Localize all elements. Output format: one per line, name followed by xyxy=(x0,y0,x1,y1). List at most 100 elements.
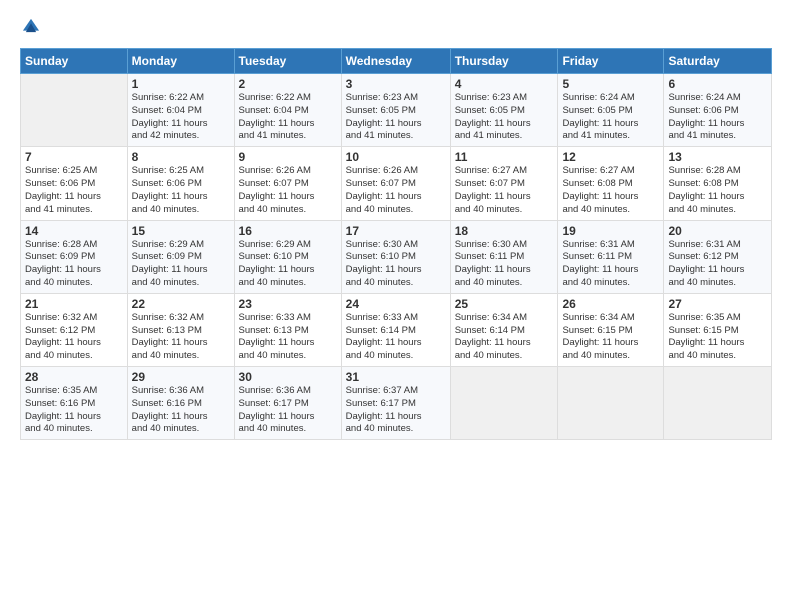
calendar-cell: 23Sunrise: 6:33 AM Sunset: 6:13 PM Dayli… xyxy=(234,293,341,366)
weekday-header-friday: Friday xyxy=(558,49,664,74)
calendar-cell: 10Sunrise: 6:26 AM Sunset: 6:07 PM Dayli… xyxy=(341,147,450,220)
day-number: 16 xyxy=(239,224,337,238)
calendar-cell xyxy=(664,367,772,440)
logo xyxy=(20,16,46,38)
day-info: Sunrise: 6:23 AM Sunset: 6:05 PM Dayligh… xyxy=(346,92,446,143)
calendar-cell xyxy=(558,367,664,440)
weekday-header-wednesday: Wednesday xyxy=(341,49,450,74)
calendar-cell: 19Sunrise: 6:31 AM Sunset: 6:11 PM Dayli… xyxy=(558,220,664,293)
day-number: 21 xyxy=(25,297,123,311)
day-info: Sunrise: 6:22 AM Sunset: 6:04 PM Dayligh… xyxy=(239,92,337,143)
calendar-cell: 1Sunrise: 6:22 AM Sunset: 6:04 PM Daylig… xyxy=(127,74,234,147)
logo-icon xyxy=(20,16,42,38)
header xyxy=(20,16,772,38)
day-number: 9 xyxy=(239,150,337,164)
calendar-cell: 15Sunrise: 6:29 AM Sunset: 6:09 PM Dayli… xyxy=(127,220,234,293)
day-info: Sunrise: 6:29 AM Sunset: 6:09 PM Dayligh… xyxy=(132,239,230,290)
day-info: Sunrise: 6:26 AM Sunset: 6:07 PM Dayligh… xyxy=(346,165,446,216)
day-info: Sunrise: 6:34 AM Sunset: 6:15 PM Dayligh… xyxy=(562,312,659,363)
calendar-cell: 6Sunrise: 6:24 AM Sunset: 6:06 PM Daylig… xyxy=(664,74,772,147)
day-info: Sunrise: 6:32 AM Sunset: 6:12 PM Dayligh… xyxy=(25,312,123,363)
day-number: 6 xyxy=(668,77,767,91)
week-row-5: 28Sunrise: 6:35 AM Sunset: 6:16 PM Dayli… xyxy=(21,367,772,440)
day-number: 12 xyxy=(562,150,659,164)
day-info: Sunrise: 6:31 AM Sunset: 6:11 PM Dayligh… xyxy=(562,239,659,290)
day-number: 3 xyxy=(346,77,446,91)
day-info: Sunrise: 6:24 AM Sunset: 6:05 PM Dayligh… xyxy=(562,92,659,143)
calendar-cell: 20Sunrise: 6:31 AM Sunset: 6:12 PM Dayli… xyxy=(664,220,772,293)
day-number: 28 xyxy=(25,370,123,384)
day-number: 13 xyxy=(668,150,767,164)
day-number: 11 xyxy=(455,150,554,164)
day-number: 29 xyxy=(132,370,230,384)
day-info: Sunrise: 6:35 AM Sunset: 6:15 PM Dayligh… xyxy=(668,312,767,363)
calendar-cell: 2Sunrise: 6:22 AM Sunset: 6:04 PM Daylig… xyxy=(234,74,341,147)
day-number: 2 xyxy=(239,77,337,91)
page: SundayMondayTuesdayWednesdayThursdayFrid… xyxy=(0,0,792,612)
calendar-cell: 30Sunrise: 6:36 AM Sunset: 6:17 PM Dayli… xyxy=(234,367,341,440)
day-number: 1 xyxy=(132,77,230,91)
day-info: Sunrise: 6:33 AM Sunset: 6:13 PM Dayligh… xyxy=(239,312,337,363)
day-info: Sunrise: 6:33 AM Sunset: 6:14 PM Dayligh… xyxy=(346,312,446,363)
day-info: Sunrise: 6:37 AM Sunset: 6:17 PM Dayligh… xyxy=(346,385,446,436)
calendar-cell: 3Sunrise: 6:23 AM Sunset: 6:05 PM Daylig… xyxy=(341,74,450,147)
day-info: Sunrise: 6:24 AM Sunset: 6:06 PM Dayligh… xyxy=(668,92,767,143)
calendar-cell: 8Sunrise: 6:25 AM Sunset: 6:06 PM Daylig… xyxy=(127,147,234,220)
calendar-cell: 12Sunrise: 6:27 AM Sunset: 6:08 PM Dayli… xyxy=(558,147,664,220)
calendar-cell xyxy=(21,74,128,147)
week-row-1: 1Sunrise: 6:22 AM Sunset: 6:04 PM Daylig… xyxy=(21,74,772,147)
day-info: Sunrise: 6:30 AM Sunset: 6:11 PM Dayligh… xyxy=(455,239,554,290)
calendar-cell: 16Sunrise: 6:29 AM Sunset: 6:10 PM Dayli… xyxy=(234,220,341,293)
calendar-cell: 21Sunrise: 6:32 AM Sunset: 6:12 PM Dayli… xyxy=(21,293,128,366)
day-info: Sunrise: 6:36 AM Sunset: 6:17 PM Dayligh… xyxy=(239,385,337,436)
calendar-cell: 13Sunrise: 6:28 AM Sunset: 6:08 PM Dayli… xyxy=(664,147,772,220)
calendar-cell: 18Sunrise: 6:30 AM Sunset: 6:11 PM Dayli… xyxy=(450,220,558,293)
calendar-cell: 14Sunrise: 6:28 AM Sunset: 6:09 PM Dayli… xyxy=(21,220,128,293)
day-number: 4 xyxy=(455,77,554,91)
calendar-cell: 24Sunrise: 6:33 AM Sunset: 6:14 PM Dayli… xyxy=(341,293,450,366)
calendar-cell: 17Sunrise: 6:30 AM Sunset: 6:10 PM Dayli… xyxy=(341,220,450,293)
day-info: Sunrise: 6:32 AM Sunset: 6:13 PM Dayligh… xyxy=(132,312,230,363)
day-number: 25 xyxy=(455,297,554,311)
calendar-cell: 22Sunrise: 6:32 AM Sunset: 6:13 PM Dayli… xyxy=(127,293,234,366)
calendar-cell: 27Sunrise: 6:35 AM Sunset: 6:15 PM Dayli… xyxy=(664,293,772,366)
day-info: Sunrise: 6:28 AM Sunset: 6:09 PM Dayligh… xyxy=(25,239,123,290)
calendar-cell: 5Sunrise: 6:24 AM Sunset: 6:05 PM Daylig… xyxy=(558,74,664,147)
day-number: 20 xyxy=(668,224,767,238)
weekday-header-tuesday: Tuesday xyxy=(234,49,341,74)
day-number: 18 xyxy=(455,224,554,238)
day-number: 8 xyxy=(132,150,230,164)
weekday-header-saturday: Saturday xyxy=(664,49,772,74)
calendar-cell: 7Sunrise: 6:25 AM Sunset: 6:06 PM Daylig… xyxy=(21,147,128,220)
calendar-cell: 29Sunrise: 6:36 AM Sunset: 6:16 PM Dayli… xyxy=(127,367,234,440)
week-row-2: 7 Sunrise: 6:25 AM Sunset: 6:06 PM Daylig… xyxy=(21,147,772,220)
day-info: Sunrise: 6:31 AM Sunset: 6:12 PM Dayligh… xyxy=(668,239,767,290)
day-number: 14 xyxy=(25,224,123,238)
day-number: 27 xyxy=(668,297,767,311)
day-info: Sunrise: 6:29 AM Sunset: 6:10 PM Dayligh… xyxy=(239,239,337,290)
day-number: 30 xyxy=(239,370,337,384)
day-number: 5 xyxy=(562,77,659,91)
calendar: SundayMondayTuesdayWednesdayThursdayFrid… xyxy=(20,48,772,440)
day-info: Sunrise: 6:27 AM Sunset: 6:07 PM Dayligh… xyxy=(455,165,554,216)
day-info: Sunrise: 6:26 AM Sunset: 6:07 PM Dayligh… xyxy=(239,165,337,216)
day-number: 19 xyxy=(562,224,659,238)
calendar-cell: 31Sunrise: 6:37 AM Sunset: 6:17 PM Dayli… xyxy=(341,367,450,440)
day-info: Sunrise: 6:34 AM Sunset: 6:14 PM Dayligh… xyxy=(455,312,554,363)
day-number: 23 xyxy=(239,297,337,311)
day-info: Sunrise: 6:25 AM Sunset: 6:06 PM Dayligh… xyxy=(132,165,230,216)
week-row-3: 14Sunrise: 6:28 AM Sunset: 6:09 PM Dayli… xyxy=(21,220,772,293)
calendar-cell: 26Sunrise: 6:34 AM Sunset: 6:15 PM Dayli… xyxy=(558,293,664,366)
day-number: 24 xyxy=(346,297,446,311)
week-row-4: 21Sunrise: 6:32 AM Sunset: 6:12 PM Dayli… xyxy=(21,293,772,366)
day-number: 26 xyxy=(562,297,659,311)
day-info: Sunrise: 6:35 AM Sunset: 6:16 PM Dayligh… xyxy=(25,385,123,436)
day-number: 7 xyxy=(25,150,123,164)
calendar-cell xyxy=(450,367,558,440)
day-info: Sunrise: 6:22 AM Sunset: 6:04 PM Dayligh… xyxy=(132,92,230,143)
day-info: Sunrise: 6:30 AM Sunset: 6:10 PM Dayligh… xyxy=(346,239,446,290)
calendar-cell: 9Sunrise: 6:26 AM Sunset: 6:07 PM Daylig… xyxy=(234,147,341,220)
day-info: Sunrise: 6:36 AM Sunset: 6:16 PM Dayligh… xyxy=(132,385,230,436)
day-number: 17 xyxy=(346,224,446,238)
weekday-header-thursday: Thursday xyxy=(450,49,558,74)
